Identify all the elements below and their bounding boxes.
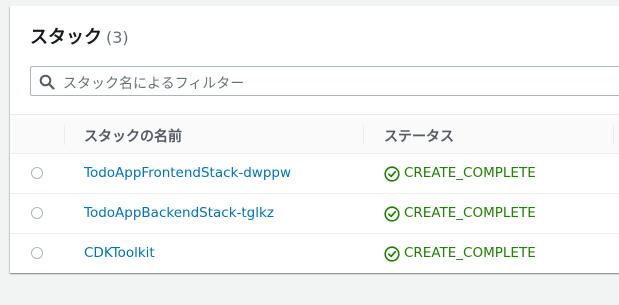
table-row[interactable]: TodoAppBackendStack-tglkz CREATE_COMPLET… (10, 194, 619, 234)
column-header-name[interactable]: スタックの名前 (84, 126, 182, 146)
column-separator (613, 125, 614, 145)
status-text: CREATE_COMPLETE (404, 165, 536, 181)
table-header: スタックの名前 ステータス (10, 114, 619, 154)
page-title: スタック (3) (30, 23, 129, 49)
table-row[interactable]: CDKToolkit CREATE_COMPLETE (10, 234, 619, 273)
row-select-radio[interactable] (31, 167, 43, 179)
check-circle-icon (384, 206, 400, 222)
status-text: CREATE_COMPLETE (404, 205, 536, 221)
stack-name-link[interactable]: TodoAppFrontendStack-dwppw (84, 165, 291, 181)
check-circle-icon (384, 166, 400, 182)
stack-count: (3) (106, 28, 129, 47)
check-circle-icon (384, 246, 400, 262)
column-separator (363, 125, 364, 145)
stack-name-link[interactable]: TodoAppBackendStack-tglkz (84, 205, 274, 221)
status-text: CREATE_COMPLETE (404, 245, 536, 261)
row-select-radio[interactable] (31, 247, 43, 259)
column-header-status[interactable]: ステータス (384, 126, 454, 146)
row-select-radio[interactable] (31, 207, 43, 219)
stack-name-link[interactable]: CDKToolkit (84, 245, 155, 261)
search-input[interactable]: スタック名によるフィルター (30, 66, 619, 96)
title-text: スタック (30, 27, 102, 48)
search-icon (39, 74, 55, 90)
stacks-panel: スタック (3) スタック名によるフィルター スタックの名前 ステータス Todo… (10, 6, 619, 273)
column-separator (64, 125, 65, 145)
table-row[interactable]: TodoAppFrontendStack-dwppw CREATE_COMPLE… (10, 154, 619, 194)
search-placeholder: スタック名によるフィルター (63, 76, 245, 92)
